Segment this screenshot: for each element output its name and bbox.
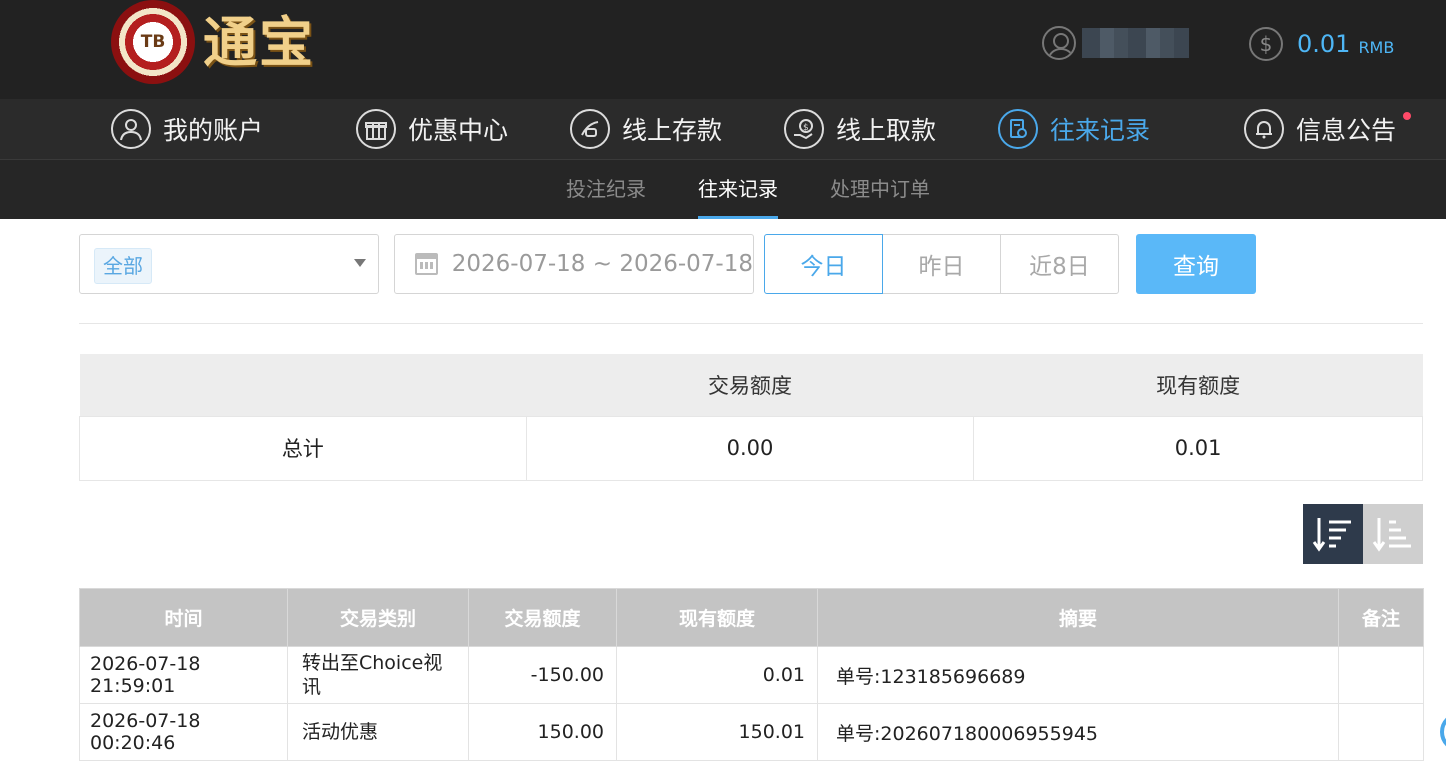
- header-remark[interactable]: 备注: [1338, 588, 1424, 647]
- sort-ascending-button[interactable]: [1363, 504, 1423, 564]
- summary-header-row: 交易额度 现有额度: [79, 354, 1423, 416]
- top-bar: TB 通宝 $ 0.01 RMB: [0, 0, 1446, 99]
- brand-name: 通宝: [203, 10, 315, 74]
- summary-header-current: 现有额度: [973, 354, 1423, 416]
- user-icon: [111, 109, 151, 149]
- summary-total-row: 总计 0.00 0.01: [79, 415, 1423, 481]
- quick-date-group: 今日 昨日 近8日: [764, 234, 1121, 294]
- cell-summary: 单号:202607180006955945: [817, 703, 1339, 761]
- calendar-icon: [415, 253, 438, 275]
- header-trade-amount[interactable]: 交易额度: [468, 588, 617, 647]
- header-current-amount[interactable]: 现有额度: [616, 588, 818, 647]
- cell-time: 2026-07-18 21:59:01: [79, 646, 288, 704]
- records-header-row: 时间 交易类别 交易额度 现有额度 摘要 备注: [79, 588, 1424, 647]
- table-row[interactable]: 2026-07-18 21:59:01 转出至Choice视讯 -150.00 …: [79, 646, 1424, 704]
- divider: [79, 323, 1423, 324]
- header-time[interactable]: 时间: [79, 588, 288, 647]
- user-avatar-icon: [1042, 26, 1076, 60]
- tab-pending-orders[interactable]: 处理中订单: [830, 160, 930, 219]
- balance-display: $ 0.01 RMB: [1249, 27, 1394, 61]
- tab-bet-records[interactable]: 投注纪录: [566, 160, 646, 219]
- summary-table: 交易额度 现有额度 总计 0.00 0.01: [79, 354, 1423, 481]
- quick-today-button[interactable]: 今日: [764, 234, 883, 294]
- cell-type: 转出至Choice视讯: [287, 646, 469, 704]
- cell-trade-amount: 150.00: [468, 703, 617, 761]
- balance-unit: RMB: [1358, 37, 1395, 57]
- nav-label: 优惠中心: [408, 116, 509, 145]
- nav-deposit[interactable]: 线上存款: [570, 99, 722, 159]
- query-button[interactable]: 查询: [1136, 234, 1256, 294]
- records-table: 时间 交易类别 交易额度 现有额度 摘要 备注 2026-07-18 21:59…: [79, 588, 1424, 761]
- nav-notices[interactable]: 信息公告: [1244, 99, 1396, 159]
- cell-time: 2026-07-18 00:20:46: [79, 703, 288, 761]
- bell-icon: [1244, 109, 1284, 149]
- logo-chip-text: TB: [140, 32, 166, 52]
- cell-type: 活动优惠: [287, 703, 469, 761]
- nav-label: 往来记录: [1050, 116, 1151, 145]
- svg-text:$: $: [803, 123, 809, 133]
- header-type[interactable]: 交易类别: [287, 588, 469, 647]
- sub-nav: 投注纪录 往来记录 处理中订单: [0, 160, 1446, 219]
- nav-label: 线上取款: [836, 116, 937, 145]
- summary-trade-amount: 0.00: [525, 415, 975, 481]
- cell-trade-amount: -150.00: [468, 646, 617, 704]
- nav-records[interactable]: 往来记录: [998, 99, 1150, 159]
- header-summary[interactable]: 摘要: [817, 588, 1339, 647]
- balance-value: 0.01: [1297, 30, 1351, 58]
- withdraw-icon: $: [784, 109, 824, 149]
- nav-promotions[interactable]: 优惠中心: [356, 99, 508, 159]
- sort-ascending-icon: [1372, 518, 1411, 552]
- type-select[interactable]: 全部: [79, 234, 379, 294]
- table-row[interactable]: 2026-07-18 00:20:46 活动优惠 150.00 150.01 单…: [79, 703, 1424, 761]
- type-select-value: 全部: [94, 248, 152, 284]
- deposit-icon: [570, 109, 610, 149]
- chat-support-icon[interactable]: [1440, 712, 1446, 752]
- brand-logo[interactable]: TB 通宝: [111, 0, 315, 84]
- summary-total-label: 总计: [79, 415, 527, 481]
- cell-current-amount: 150.01: [616, 703, 818, 761]
- notice-badge-dot: [1403, 112, 1411, 120]
- quick-last8days-button[interactable]: 近8日: [1000, 234, 1119, 294]
- gift-icon: [356, 109, 396, 149]
- date-range-input[interactable]: 2026-07-18 ~ 2026-07-18: [394, 234, 754, 294]
- nav-withdraw[interactable]: $ 线上取款: [784, 99, 936, 159]
- records-icon: [998, 109, 1038, 149]
- cell-summary: 单号:123185696689: [817, 646, 1339, 704]
- tab-transaction-records[interactable]: 往来记录: [698, 160, 778, 219]
- username-redacted: [1082, 28, 1189, 58]
- quick-yesterday-button[interactable]: 昨日: [882, 234, 1001, 294]
- cell-current-amount: 0.01: [616, 646, 818, 704]
- cell-remark: [1338, 703, 1424, 761]
- chevron-down-icon: [354, 259, 366, 267]
- main-nav: 我的账户 优惠中心 线上存款 $ 线上取款 往来记录 信息公告: [0, 99, 1446, 160]
- sort-descending-icon: [1312, 518, 1351, 552]
- user-profile[interactable]: [1042, 26, 1189, 60]
- summary-current-amount: 0.01: [973, 415, 1423, 481]
- summary-header-blank: [79, 354, 527, 416]
- nav-label: 信息公告: [1296, 116, 1397, 145]
- cell-remark: [1338, 646, 1424, 704]
- dollar-icon: $: [1249, 27, 1283, 61]
- nav-label: 我的账户: [163, 116, 264, 145]
- nav-my-account[interactable]: 我的账户: [111, 99, 263, 159]
- summary-header-trade: 交易额度: [526, 354, 974, 416]
- nav-label: 线上存款: [622, 116, 723, 145]
- sort-descending-button[interactable]: [1303, 504, 1363, 564]
- date-range-text: 2026-07-18 ~ 2026-07-18: [451, 251, 753, 277]
- logo-chip-icon: TB: [111, 0, 195, 84]
